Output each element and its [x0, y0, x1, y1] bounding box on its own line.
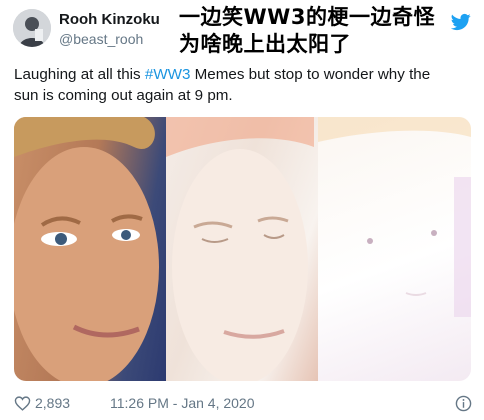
- user-handle[interactable]: @beast_rooh: [59, 31, 143, 47]
- twitter-bird-icon[interactable]: [451, 12, 471, 32]
- hashtag-link[interactable]: #WW3: [145, 66, 191, 83]
- tweet-text-part: Laughing at all this: [14, 66, 145, 83]
- display-name[interactable]: Rooh Kinzoku: [59, 11, 160, 28]
- tweet-text: Laughing at all this #WW3 Memes but stop…: [14, 64, 470, 106]
- tweet-timestamp[interactable]: 11:26 PM - Jan 4, 2020: [110, 395, 255, 411]
- meme-face-drawing: [14, 117, 471, 381]
- avatar-image: [13, 9, 51, 47]
- avatar[interactable]: [13, 9, 51, 47]
- overlay-caption: 一边笑WW3的梗一边奇怪为啥晚上出太阳了: [179, 5, 435, 56]
- like-count[interactable]: 2,893: [35, 395, 70, 411]
- tweet-media-image[interactable]: [14, 117, 471, 381]
- heart-icon[interactable]: [14, 395, 31, 412]
- info-icon[interactable]: [455, 395, 472, 412]
- tweet-footer: 2,893 11:26 PM - Jan 4, 2020: [14, 394, 474, 414]
